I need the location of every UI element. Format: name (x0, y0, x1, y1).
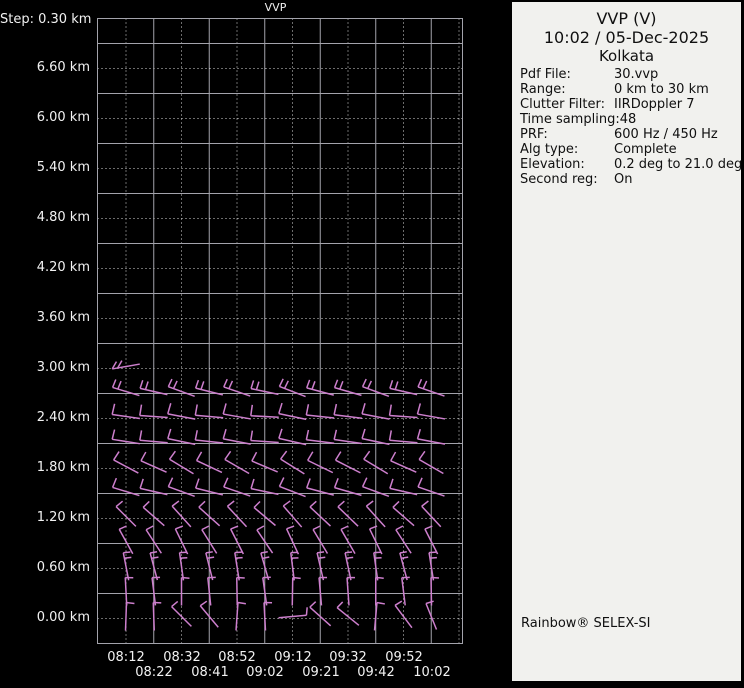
y-axis-label: 5.40 km (0, 160, 90, 176)
x-axis-label: 08:41 (184, 666, 236, 680)
x-axis-label: 09:42 (350, 666, 402, 680)
info-field-row: PRF:600 Hz / 450 Hz (520, 127, 737, 142)
info-field-row: Range:0 km to 30 km (520, 82, 737, 97)
plot-frame (98, 19, 463, 644)
info-panel: VVP (V) 10:02 / 05-Dec-2025 Kolkata Pdf … (512, 2, 741, 681)
y-axis-label: 3.00 km (0, 360, 90, 376)
info-field-row: Clutter Filter:IIRDoppler 7 (520, 97, 737, 112)
x-axis-label: 08:52 (211, 651, 263, 665)
panel-title: VVP (V) (512, 2, 741, 28)
panel-site: Kolkata (512, 47, 741, 66)
field-value: On (614, 172, 632, 187)
x-axis-label: 09:02 (239, 666, 291, 680)
field-label: PRF: (520, 127, 614, 142)
y-axis-label: 1.20 km (0, 510, 90, 526)
field-value: IIRDoppler 7 (614, 97, 695, 112)
info-field-row: Second reg:On (520, 172, 737, 187)
plot-title: VVP (93, 1, 458, 14)
field-value: Complete (614, 142, 677, 157)
x-axis-label: 08:22 (128, 666, 180, 680)
field-value: 0.2 deg to 21.0 deg (614, 157, 742, 172)
info-field-row: Elevation:0.2 deg to 21.0 deg (520, 157, 737, 172)
x-axis-label: 09:52 (378, 651, 430, 665)
info-field-row: Time sampling:48 (520, 112, 737, 127)
field-label: Range: (520, 82, 614, 97)
y-axis-label: 1.80 km (0, 460, 90, 476)
field-label: Clutter Filter: (520, 97, 614, 112)
step-label: Step: 0.30 km (0, 12, 90, 28)
y-axis-label: 6.00 km (0, 110, 90, 126)
x-axis-label: 09:32 (322, 651, 374, 665)
x-axis-label: 09:12 (267, 651, 319, 665)
x-axis-label: 08:32 (156, 651, 208, 665)
y-axis-label: 0.60 km (0, 560, 90, 576)
plot-area: VVP Step: 0.30 km 6.60 km 6.00 km 5.40 k… (0, 0, 512, 688)
field-label: Elevation: (520, 157, 614, 172)
vvp-window: VVP Step: 0.30 km 6.60 km 6.00 km 5.40 k… (0, 0, 744, 688)
x-axis-label: 10:02 (406, 666, 458, 680)
y-axis-label: 3.60 km (0, 310, 90, 326)
wind-barb-chart (0, 0, 512, 688)
field-label: Second reg: (520, 172, 614, 187)
info-fields: Pdf File:30.vvp Range:0 km to 30 km Clut… (512, 66, 741, 187)
y-axis-label: 2.40 km (0, 410, 90, 426)
y-axis-label: 4.80 km (0, 210, 90, 226)
field-value: 48 (620, 112, 637, 127)
field-label: Time sampling: (520, 112, 620, 127)
y-axis-label: 6.60 km (0, 60, 90, 76)
x-axis-label: 09:21 (295, 666, 347, 680)
info-field-row: Alg type:Complete (520, 142, 737, 157)
x-axis-label: 08:12 (100, 651, 152, 665)
field-value: 600 Hz / 450 Hz (614, 127, 718, 142)
y-axis-label: 4.20 km (0, 260, 90, 276)
field-label: Pdf File: (520, 67, 614, 82)
barb-layer (112, 361, 445, 631)
field-value: 30.vvp (614, 67, 658, 82)
brand-footer: Rainbow® SELEX-SI (521, 616, 651, 632)
info-field-row: Pdf File:30.vvp (520, 67, 737, 82)
grid-layer (98, 19, 463, 644)
field-value: 0 km to 30 km (614, 82, 709, 97)
y-axis-label: 0.00 km (0, 610, 90, 626)
panel-datetime: 10:02 / 05-Dec-2025 (512, 28, 741, 47)
field-label: Alg type: (520, 142, 614, 157)
